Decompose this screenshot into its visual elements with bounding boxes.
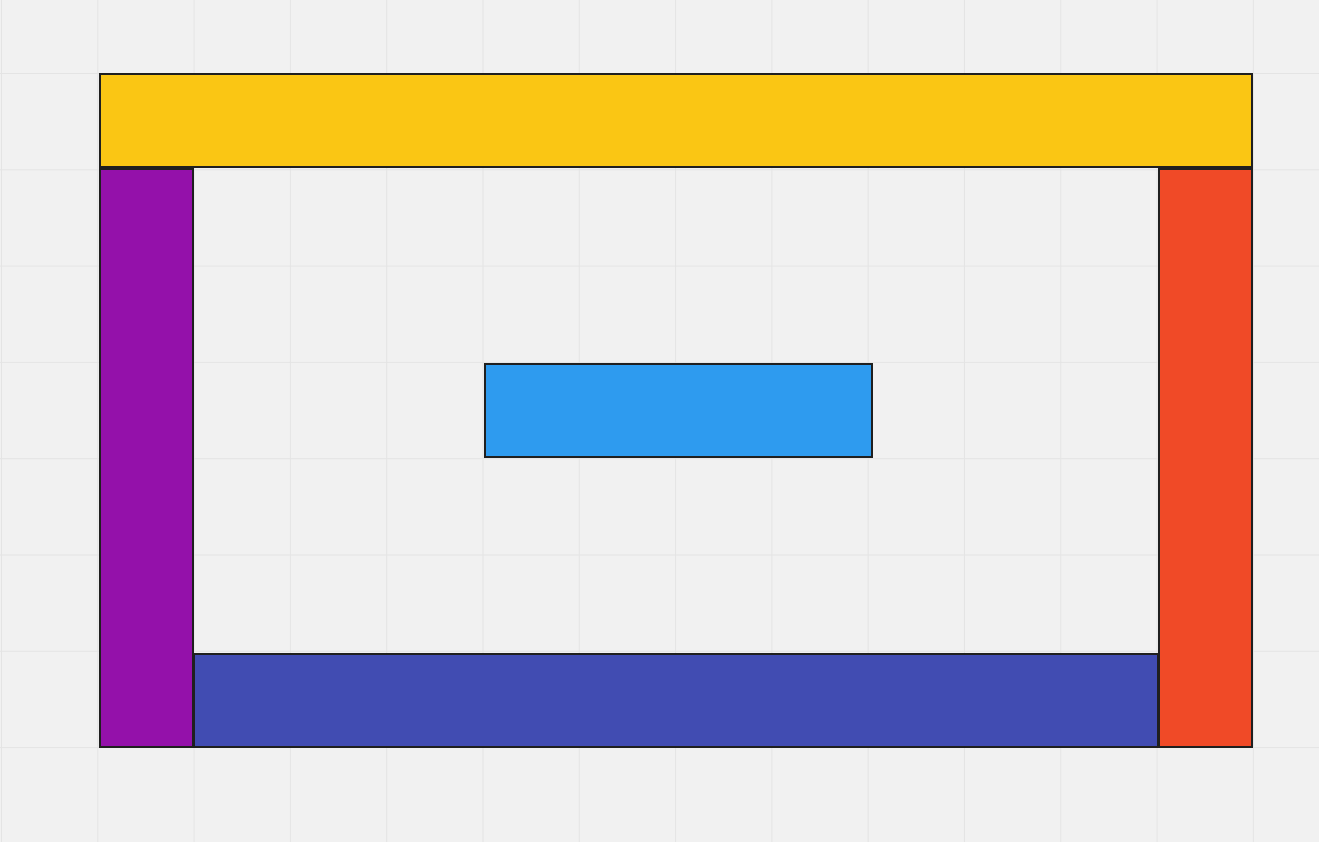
indigo-rectangle[interactable]: [193, 653, 1159, 748]
purple-rectangle[interactable]: [99, 168, 194, 748]
red-rectangle[interactable]: [1158, 168, 1253, 748]
blue-rectangle[interactable]: [484, 363, 873, 458]
yellow-rectangle[interactable]: [99, 73, 1253, 168]
whiteboard-canvas[interactable]: [0, 0, 1319, 842]
